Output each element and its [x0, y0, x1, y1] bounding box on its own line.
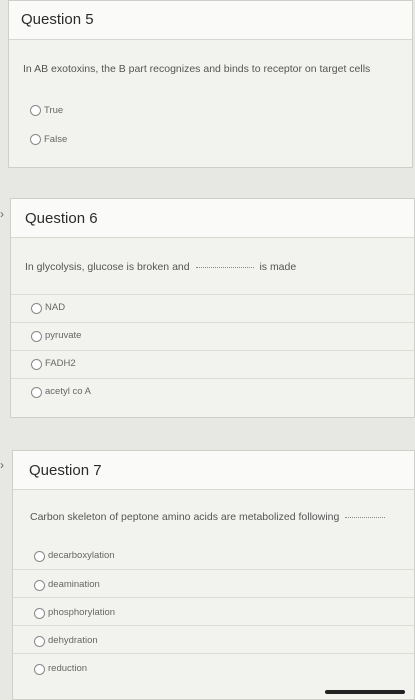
chevron-right-icon: › [0, 207, 4, 221]
radio-button[interactable] [31, 331, 42, 342]
question-6-prompt: In glycolysis, glucose is broken and is … [25, 261, 296, 273]
option-label: phosphorylation [48, 607, 116, 618]
question-7-option-dehydration[interactable]: dehydration [13, 625, 414, 653]
question-7-option-phosphorylation[interactable]: phosphorylation [13, 597, 414, 625]
radio-button[interactable] [34, 608, 45, 619]
question-5-header: Question 5 [9, 1, 412, 40]
option-label: NAD [45, 302, 66, 313]
question-6-option-acetyl-coa[interactable]: acetyl co A [11, 378, 414, 406]
question-6-option-fadh2[interactable]: FADH2 [11, 350, 414, 378]
question-5-card: Question 5 In AB exotoxins, the B part r… [8, 0, 413, 168]
question-7-header: Question 7 [13, 451, 414, 490]
radio-button[interactable] [30, 105, 41, 116]
question-6-title: Question 6 [25, 210, 98, 227]
question-6-option-pyruvate[interactable]: pyruvate [11, 322, 414, 350]
option-label: deamination [48, 579, 100, 590]
radio-button[interactable] [34, 551, 45, 562]
option-label: True [44, 105, 64, 116]
question-6-prompt-after: is made [259, 261, 297, 273]
question-7-option-reduction[interactable]: reduction [13, 653, 414, 681]
option-label: dehydration [48, 635, 98, 646]
option-label: reduction [48, 663, 88, 674]
blank-line [195, 266, 254, 268]
radio-button[interactable] [31, 359, 42, 370]
question-7-option-decarboxylation[interactable]: decarboxylation [13, 541, 414, 568]
option-label: pyruvate [45, 330, 82, 341]
question-7-prompt-text: Carbon skeleton of peptone amino acids a… [30, 511, 340, 523]
question-7-option-deamination[interactable]: deamination [13, 569, 414, 597]
option-label: acetyl co A [45, 386, 91, 397]
radio-button[interactable] [34, 580, 45, 591]
question-7-prompt: Carbon skeleton of peptone amino acids a… [30, 511, 388, 523]
radio-button[interactable] [34, 636, 45, 647]
question-6-header: Question 6 [11, 199, 414, 238]
radio-button[interactable] [30, 134, 41, 145]
question-6-prompt-before: In glycolysis, glucose is broken and [25, 261, 190, 273]
chevron-right-icon: › [0, 458, 4, 472]
option-label: False [44, 134, 68, 145]
question-7-title: Question 7 [29, 462, 102, 479]
question-6-card: Question 6 In glycolysis, glucose is bro… [10, 198, 415, 418]
question-6-option-nad[interactable]: NAD [11, 294, 414, 322]
home-indicator [325, 690, 405, 694]
blank-line [345, 516, 386, 518]
question-7-card: Question 7 Carbon skeleton of peptone am… [12, 450, 415, 700]
question-5-prompt: In AB exotoxins, the B part recognizes a… [23, 63, 371, 75]
option-label: FADH2 [45, 358, 76, 369]
radio-button[interactable] [34, 664, 45, 675]
question-5-title: Question 5 [21, 11, 94, 28]
radio-button[interactable] [31, 387, 42, 398]
option-label: decarboxylation [48, 550, 115, 561]
radio-button[interactable] [31, 303, 42, 314]
